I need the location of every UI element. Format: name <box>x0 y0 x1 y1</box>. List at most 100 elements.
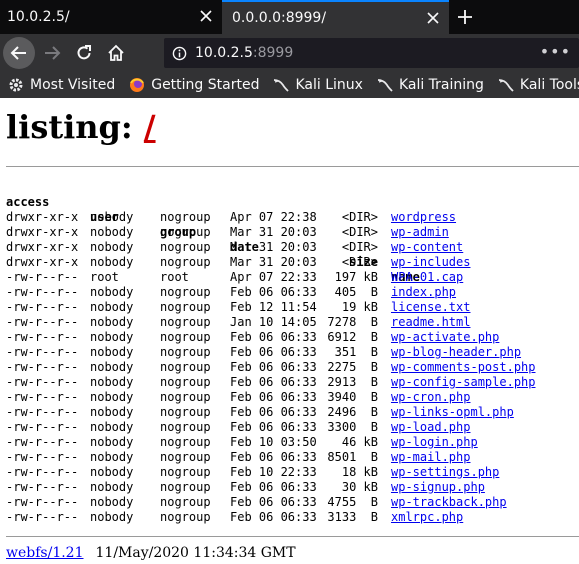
cell-access: -rw-r--r-- <box>6 270 79 284</box>
file-link[interactable]: wp-mail.php <box>391 450 470 465</box>
column-header-access: access <box>6 195 50 209</box>
bookmark-kali-linux[interactable]: Kali Linux <box>273 77 363 93</box>
table-row: drwxr-xr-x nobody nogroup Mar 31 20:03 <DIR>… <box>6 225 449 240</box>
file-link[interactable]: wp-signup.php <box>391 480 485 495</box>
cell-group: nogroup <box>160 420 211 434</box>
tab-2[interactable]: 0.0.0.0:8999/ <box>222 0 449 34</box>
cell-access: -rw-r--r-- <box>6 435 79 449</box>
reload-icon <box>77 45 91 60</box>
cell-date: Feb 06 06:33 <box>230 450 317 464</box>
table-row: -rw-r--r-- nobody nogroup Feb 06 06:33 405 B… <box>6 285 456 300</box>
bookmark-kali-training[interactable]: Kali Training <box>377 77 484 93</box>
table-row: -rw-r--r-- nobody nogroup Feb 06 06:33 2496 … <box>6 405 514 420</box>
firefox-icon <box>130 78 145 92</box>
cell-size: <DIR> <box>341 255 378 269</box>
cell-user: nobody <box>90 315 134 329</box>
cell-group: nogroup <box>160 375 211 389</box>
cell-access: -rw-r--r-- <box>6 450 79 464</box>
file-link[interactable]: license.txt <box>391 300 470 315</box>
close-icon[interactable] <box>198 8 214 24</box>
cell-group: nogroup <box>160 480 211 494</box>
cell-access: -rw-r--r-- <box>6 315 79 329</box>
cell-date: Feb 06 06:33 <box>230 330 317 344</box>
cell-date: Feb 06 06:33 <box>230 345 317 359</box>
file-link[interactable]: wp-config-sample.php <box>391 375 536 390</box>
page-actions-icon[interactable]: ••• <box>540 44 571 60</box>
file-link[interactable]: wp-activate.php <box>391 330 499 345</box>
cell-group: nogroup <box>160 225 211 239</box>
file-link[interactable]: wp-admin <box>391 225 449 240</box>
bookmark-most-visited[interactable]: Most Visited <box>8 77 115 93</box>
cell-user: nobody <box>90 465 134 479</box>
server-link[interactable]: webfs/1.21 <box>6 545 84 561</box>
file-link[interactable]: readme.html <box>391 315 470 330</box>
footer: webfs/1.21 11/May/2020 11:34:34 GMT <box>6 545 296 561</box>
bookmark-getting-started[interactable]: Getting Started <box>129 77 259 93</box>
tab-title: 0.0.0.0:8999/ <box>232 10 327 26</box>
cell-user: nobody <box>90 300 134 314</box>
page-title: listing: / <box>6 108 156 146</box>
file-link[interactable]: wp-load.php <box>391 420 470 435</box>
listing-header: access user group date size name <box>6 180 420 284</box>
cell-date: Jan 10 14:05 <box>230 315 317 329</box>
bookmark-kali-tools[interactable]: Kali Tools <box>498 77 579 93</box>
cell-size: 7278 B <box>327 315 378 329</box>
info-icon[interactable] <box>172 46 187 61</box>
table-row: -rw-r--r-- nobody nogroup Feb 06 06:33 351 B… <box>6 345 521 360</box>
file-link[interactable]: wp-settings.php <box>391 465 499 480</box>
table-row: -rw-r--r-- nobody nogroup Feb 10 22:33 18 kB… <box>6 465 499 480</box>
table-row: -rw-r--r-- nobody nogroup Feb 10 03:50 46 kB… <box>6 435 478 450</box>
file-link[interactable]: xmlrpc.php <box>391 510 463 525</box>
file-link[interactable]: wp-comments-post.php <box>391 360 536 375</box>
cell-user: nobody <box>90 480 134 494</box>
gear-icon <box>9 78 23 92</box>
table-row: -rw-r--r-- root root Apr 07 22:33 197 kB WPA-… <box>6 270 463 285</box>
cell-date: Feb 06 06:33 <box>230 480 317 494</box>
file-link[interactable]: WPA-01.cap <box>391 270 463 285</box>
kali-dragon-icon <box>377 79 393 92</box>
cell-size: 3300 B <box>327 420 378 434</box>
forward-button[interactable] <box>36 37 68 69</box>
bookmarks-bar: Most Visited Getting Started Kali Linux … <box>0 72 579 98</box>
cell-user: nobody <box>90 225 134 239</box>
tab-1[interactable]: 10.0.2.5/ <box>0 0 222 34</box>
cell-user: nobody <box>90 240 134 254</box>
cell-date: Mar 31 20:03 <box>230 255 317 269</box>
file-link[interactable]: wp-trackback.php <box>391 495 507 510</box>
file-link[interactable]: wp-cron.php <box>391 390 470 405</box>
cell-date: Feb 06 06:33 <box>230 495 317 509</box>
heading-prefix: listing: <box>6 108 144 146</box>
cell-size: <DIR> <box>341 210 378 224</box>
cell-user: nobody <box>90 285 134 299</box>
cell-access: -rw-r--r-- <box>6 465 79 479</box>
new-tab-button[interactable] <box>452 4 478 30</box>
file-link[interactable]: index.php <box>391 285 456 300</box>
cell-date: Feb 06 06:33 <box>230 420 317 434</box>
file-link[interactable]: wp-includes <box>391 255 470 270</box>
cell-group: nogroup <box>160 285 211 299</box>
file-link[interactable]: wp-login.php <box>391 435 478 450</box>
cell-user: nobody <box>90 375 134 389</box>
divider <box>6 536 579 537</box>
file-link[interactable]: wordpress <box>391 210 456 225</box>
reload-button[interactable] <box>68 37 100 69</box>
table-row: -rw-r--r-- nobody nogroup Feb 06 06:33 2913 … <box>6 375 536 390</box>
cell-group: nogroup <box>160 210 211 224</box>
cell-date: Apr 07 22:33 <box>230 270 317 284</box>
cell-size: 4755 B <box>327 495 378 509</box>
table-row: drwxr-xr-x nobody nogroup Mar 31 20:03 <DIR>… <box>6 255 470 270</box>
close-icon[interactable] <box>425 10 441 26</box>
tab-title: 10.0.2.5/ <box>7 9 70 25</box>
file-link[interactable]: wp-content <box>391 240 463 255</box>
home-button[interactable] <box>100 37 132 69</box>
table-row: -rw-r--r-- nobody nogroup Feb 06 06:33 3940 … <box>6 390 470 405</box>
cell-size: 2913 B <box>327 375 378 389</box>
cell-date: Feb 06 06:33 <box>230 390 317 404</box>
cell-user: nobody <box>90 435 134 449</box>
file-link[interactable]: wp-links-opml.php <box>391 405 514 420</box>
file-link[interactable]: wp-blog-header.php <box>391 345 521 360</box>
url-bar[interactable]: 10.0.2.5:8999 ••• <box>164 38 579 68</box>
cell-access: -rw-r--r-- <box>6 495 79 509</box>
path-link[interactable]: / <box>144 108 156 146</box>
back-button[interactable] <box>3 37 35 69</box>
